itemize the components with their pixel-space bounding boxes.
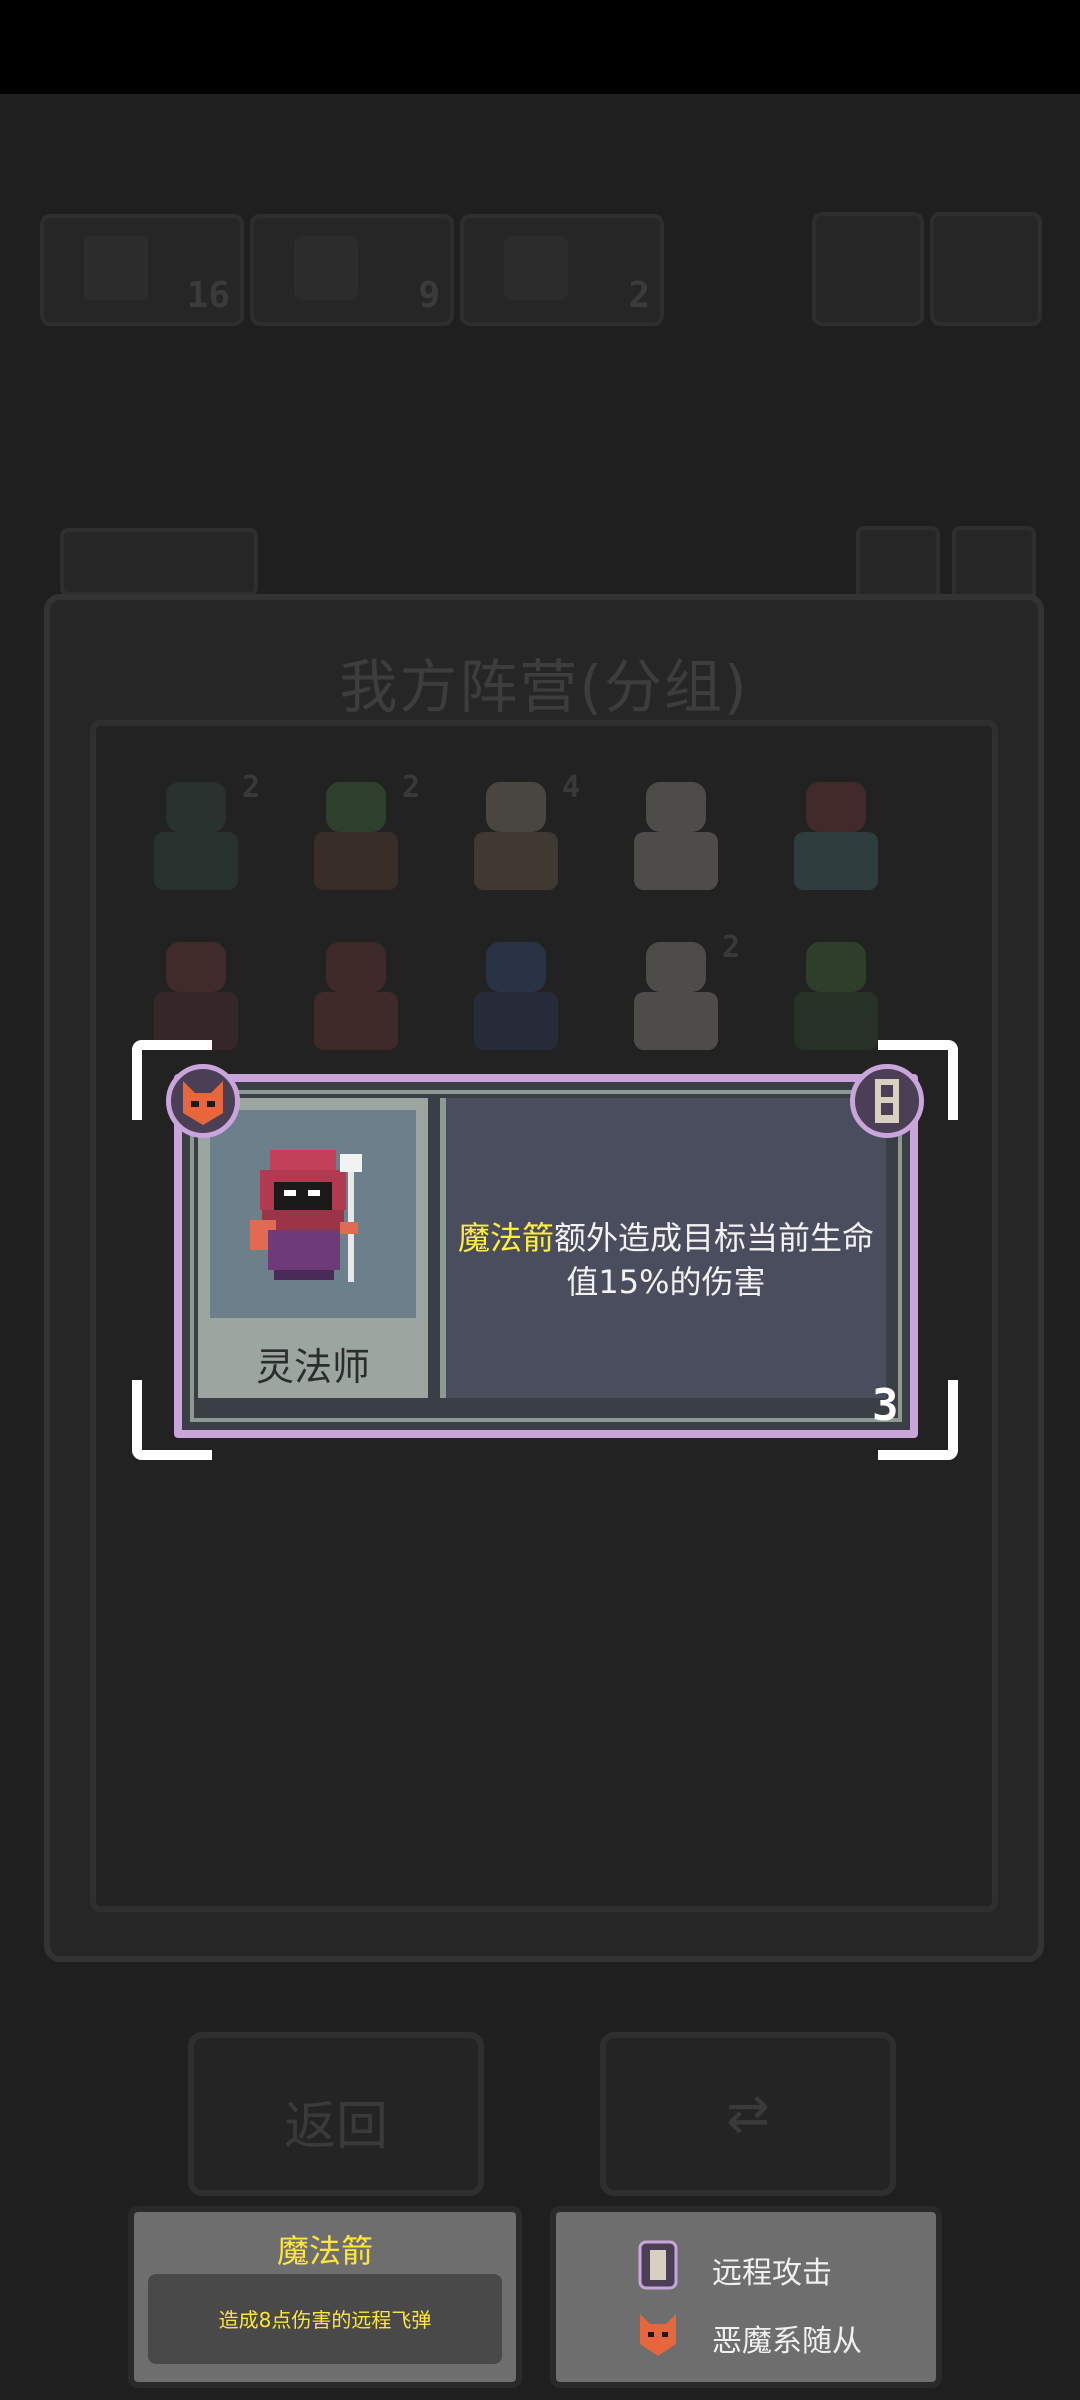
unit-slot[interactable]: 2 bbox=[136, 770, 260, 896]
unit-slot[interactable]: 2 bbox=[296, 770, 420, 896]
unit-name: 灵法师 bbox=[255, 1345, 370, 1389]
ranged-attack-badge bbox=[850, 1064, 924, 1138]
unit-slot[interactable] bbox=[296, 936, 416, 1056]
unit-slot[interactable]: 4 bbox=[456, 770, 580, 896]
demon-fox-icon bbox=[640, 2314, 676, 2356]
mage-portrait-icon bbox=[250, 1150, 362, 1282]
resource-slot-3: 2 bbox=[460, 214, 664, 326]
ability-name-highlight: 魔法箭 bbox=[457, 1219, 554, 1257]
unit-slot[interactable] bbox=[136, 936, 256, 1056]
trait-label: 恶魔系随从 bbox=[712, 2324, 862, 2359]
portrait-panel: 灵法师 bbox=[198, 1098, 428, 1398]
ranged-attack-icon bbox=[875, 1079, 899, 1123]
settings-button[interactable] bbox=[930, 212, 1042, 326]
portrait-frame bbox=[210, 1110, 416, 1318]
skill-description: 造成8点伤害的远程飞弹 bbox=[218, 2308, 432, 2332]
status-bar bbox=[0, 0, 1080, 94]
unit-slot[interactable] bbox=[776, 776, 896, 896]
skill-title: 魔法箭 bbox=[276, 2232, 373, 2270]
traits-box: 远程攻击 恶魔系随从 bbox=[550, 2206, 942, 2388]
unit-slot[interactable] bbox=[456, 936, 576, 1056]
resource-count: 2 bbox=[628, 275, 650, 316]
unit-card[interactable]: 灵法师 魔法箭额外造成目标当前生命值15%的伤害 bbox=[174, 1074, 918, 1438]
resource-count: 9 bbox=[418, 275, 440, 316]
ability-description-panel: 魔法箭额外造成目标当前生命值15%的伤害 bbox=[440, 1098, 886, 1398]
demon-fox-badge bbox=[166, 1064, 240, 1138]
unit-slot[interactable]: 2 bbox=[616, 930, 740, 1056]
unit-slot[interactable] bbox=[776, 936, 896, 1056]
wing-icon bbox=[504, 236, 568, 300]
menu-button[interactable] bbox=[812, 212, 924, 326]
back-button-label: 返回 bbox=[283, 2097, 388, 2157]
resource-count: 16 bbox=[186, 275, 230, 316]
ranged-attack-icon bbox=[638, 2240, 678, 2290]
resource-slot-1: 16 bbox=[40, 214, 244, 326]
swap-icon: ⇄ bbox=[726, 2084, 770, 2144]
group-tag bbox=[60, 528, 258, 596]
ability-description: 魔法箭额外造成目标当前生命值15%的伤害 bbox=[446, 1216, 886, 1304]
back-button[interactable]: 返回 bbox=[188, 2032, 484, 2196]
demon-fox-icon bbox=[183, 1081, 223, 1125]
trait-label: 远程攻击 bbox=[712, 2256, 832, 2291]
sword-icon bbox=[294, 236, 358, 300]
ability-description-text: 额外造成目标当前生命值15%的伤害 bbox=[554, 1219, 875, 1301]
unit-level: 3 bbox=[872, 1380, 899, 1431]
skill-info-box: 魔法箭 造成8点伤害的远程飞弹 bbox=[128, 2206, 522, 2388]
resource-icon bbox=[84, 236, 148, 300]
swap-button[interactable]: ⇄ bbox=[600, 2032, 896, 2196]
resource-slot-2: 9 bbox=[250, 214, 454, 326]
unit-slot[interactable] bbox=[616, 776, 736, 896]
panel-title: 我方阵营(分组) bbox=[339, 653, 749, 721]
